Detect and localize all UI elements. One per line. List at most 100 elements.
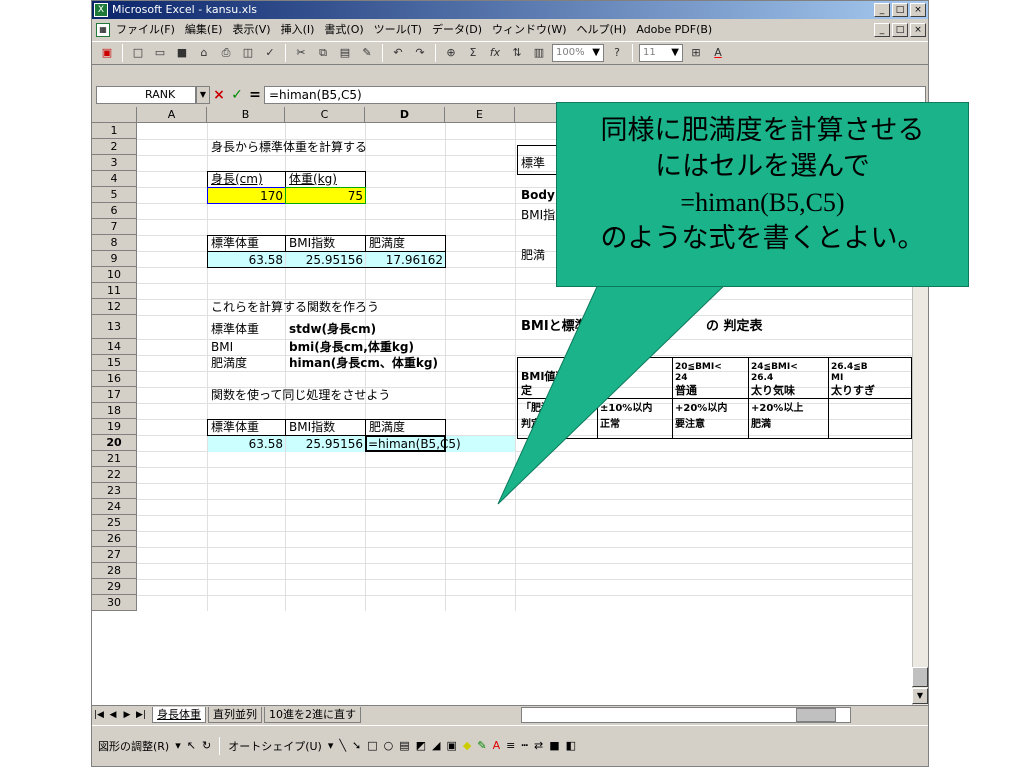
menu-data[interactable]: データ(D)	[432, 20, 482, 40]
menu-edit[interactable]: 編集(E)	[185, 20, 223, 40]
chevron-down-icon[interactable]: ▾	[175, 739, 181, 752]
chart-wizard-icon[interactable]: ▥	[530, 44, 548, 62]
row-header[interactable]: 23	[92, 483, 137, 499]
wordart-icon[interactable]: ◩	[416, 739, 426, 752]
row-header[interactable]: 3	[92, 155, 137, 171]
sort-icon[interactable]: ⇅	[508, 44, 526, 62]
format-painter-icon[interactable]: ✎	[358, 44, 376, 62]
column-header-b[interactable]: B	[207, 107, 285, 123]
font-color-icon[interactable]: A	[709, 44, 727, 62]
print-icon[interactable]: ⎙	[217, 44, 235, 62]
function-icon[interactable]: fx	[486, 44, 504, 62]
cell-d8[interactable]: 肥満度	[369, 235, 405, 251]
scroll-down-icon[interactable]: ▼	[912, 688, 928, 704]
doc-minimize-button[interactable]: _	[874, 23, 890, 37]
arrow-icon[interactable]: ➘	[352, 739, 361, 752]
cell-c19[interactable]: BMI指数	[289, 419, 335, 435]
open-folder-icon[interactable]: ▭	[151, 44, 169, 62]
column-header-e[interactable]: E	[445, 107, 515, 123]
enter-formula-button[interactable]: ✓	[228, 86, 246, 104]
menu-format[interactable]: 書式(O)	[324, 20, 363, 40]
column-header-c[interactable]: C	[285, 107, 365, 123]
cell-c14[interactable]: bmi(身長cm,体重kg)	[289, 339, 414, 355]
row-header[interactable]: 15	[92, 355, 137, 371]
row-header[interactable]: 21	[92, 451, 137, 467]
equals-icon[interactable]: =	[246, 86, 264, 104]
cell-b2[interactable]: 身長から標準体重を計算する	[211, 139, 367, 155]
next-sheet-icon[interactable]: ▶	[120, 708, 134, 722]
save-icon[interactable]: ■	[173, 44, 191, 62]
chevron-down-icon[interactable]: ▾	[328, 739, 334, 752]
menu-view[interactable]: 表示(V)	[232, 20, 270, 40]
cell-b15[interactable]: 肥満度	[211, 355, 247, 371]
cell-b14[interactable]: BMI	[211, 339, 233, 355]
permission-icon[interactable]: ⌂	[195, 44, 213, 62]
draw-menu[interactable]: 図形の調整(R)	[98, 738, 169, 754]
menu-insert[interactable]: 挿入(I)	[281, 20, 315, 40]
cut-icon[interactable]: ✂	[292, 44, 310, 62]
fill-color-icon[interactable]: ◆	[463, 739, 471, 752]
help-icon[interactable]: ?	[608, 44, 626, 62]
row-header[interactable]: 1	[92, 123, 137, 139]
scroll-thumb[interactable]	[912, 667, 928, 687]
name-box[interactable]: RANK	[96, 86, 196, 104]
column-header-d[interactable]: D	[365, 107, 445, 123]
sheet-tab-height-weight[interactable]: 身長体重	[152, 706, 206, 723]
3d-icon[interactable]: ◧	[566, 739, 576, 752]
sheet-tab-series-parallel[interactable]: 直列並列	[208, 706, 262, 723]
prev-sheet-icon[interactable]: ◀	[106, 708, 120, 722]
menu-window[interactable]: ウィンドウ(W)	[492, 20, 566, 40]
excel-app-icon[interactable]: X	[94, 3, 108, 17]
font-size-select[interactable]: 11 ▼	[639, 44, 683, 62]
doc-close-button[interactable]: ×	[910, 23, 926, 37]
row-header[interactable]: 13	[92, 315, 137, 339]
minimize-button[interactable]: _	[874, 3, 890, 17]
row-header[interactable]: 10	[92, 267, 137, 283]
cell-d19[interactable]: 肥満度	[369, 419, 405, 435]
spelling-icon[interactable]: ✓	[261, 44, 279, 62]
row-header[interactable]: 6	[92, 203, 137, 219]
diagram-icon[interactable]: ◢	[432, 739, 440, 752]
column-header-a[interactable]: A	[137, 107, 207, 123]
autosum-icon[interactable]: Σ	[464, 44, 482, 62]
row-header[interactable]: 22	[92, 467, 137, 483]
cell-b17[interactable]: 関数を使って同じ処理をさせよう	[211, 387, 390, 403]
row-header[interactable]: 2	[92, 139, 137, 155]
cell-c8[interactable]: BMI指数	[289, 235, 335, 251]
row-header[interactable]: 5	[92, 187, 137, 203]
cell-f5[interactable]: BMI指	[521, 207, 555, 223]
undo-icon[interactable]: ↶	[389, 44, 407, 62]
hyperlink-icon[interactable]: ⊕	[442, 44, 460, 62]
select-objects-icon[interactable]: ↖	[187, 739, 196, 752]
cell-b20[interactable]: 63.58	[208, 436, 285, 452]
row-header[interactable]: 7	[92, 219, 137, 235]
rotate-icon[interactable]: ↻	[202, 739, 211, 752]
row-header[interactable]: 18	[92, 403, 137, 419]
row-header[interactable]: 24	[92, 499, 137, 515]
cell-b8[interactable]: 標準体重	[211, 235, 259, 251]
menu-file[interactable]: ファイル(F)	[116, 20, 175, 40]
close-button[interactable]: ×	[910, 3, 926, 17]
shadow-icon[interactable]: ■	[549, 739, 559, 752]
row-header[interactable]: 28	[92, 563, 137, 579]
clipart-icon[interactable]: ▣	[447, 739, 457, 752]
cell-f4[interactable]: Body	[521, 187, 555, 203]
row-header[interactable]: 16	[92, 371, 137, 387]
row-header[interactable]: 27	[92, 547, 137, 563]
row-header[interactable]: 29	[92, 579, 137, 595]
textbox-icon[interactable]: ▤	[399, 739, 409, 752]
row-header[interactable]: 11	[92, 283, 137, 299]
horizontal-scroll-thumb[interactable]	[796, 707, 836, 722]
line-icon[interactable]: ╲	[339, 739, 346, 752]
row-header-active[interactable]: 20	[92, 435, 137, 451]
cell-c15[interactable]: himan(身長cm、体重kg)	[289, 355, 438, 371]
row-header[interactable]: 30	[92, 595, 137, 611]
menu-adobe-pdf[interactable]: Adobe PDF(B)	[636, 20, 712, 40]
first-sheet-icon[interactable]: |◀	[92, 708, 106, 722]
row-header[interactable]: 14	[92, 339, 137, 355]
row-header[interactable]: 4	[92, 171, 137, 187]
row-header[interactable]: 26	[92, 531, 137, 547]
zoom-select[interactable]: 100% ▼	[552, 44, 604, 62]
copy-icon[interactable]: ⧉	[314, 44, 332, 62]
new-file-icon[interactable]: □	[129, 44, 147, 62]
